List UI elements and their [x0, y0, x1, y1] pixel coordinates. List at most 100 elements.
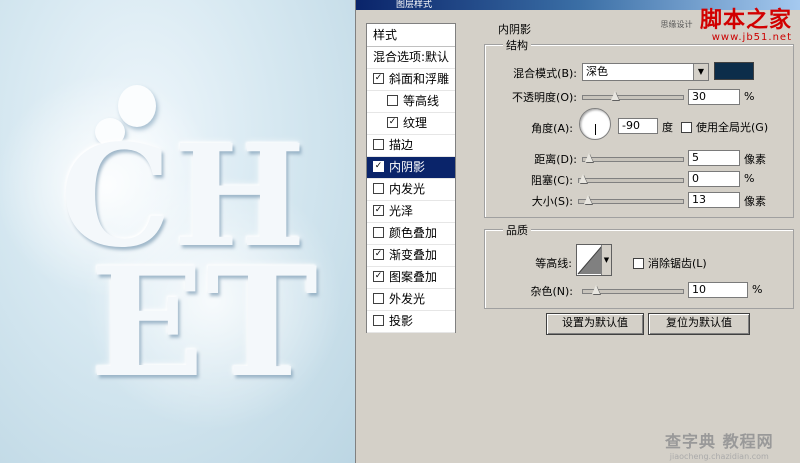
quality-group: 品质 等高线: ▼ 消除锯齿(L) 杂色(N): 10 % — [484, 222, 794, 309]
slider-thumb[interactable] — [611, 91, 619, 101]
style-item-label: 投影 — [389, 314, 414, 328]
style-item-label: 渐变叠加 — [389, 248, 438, 262]
style-item-label: 光泽 — [389, 204, 414, 218]
watermark-url: www.jb51.net — [711, 32, 792, 43]
style-checkbox[interactable]: ✓ — [373, 205, 384, 216]
slider-thumb[interactable] — [579, 174, 587, 184]
global-light-box[interactable] — [681, 121, 692, 133]
style-item[interactable]: 颜色叠加 — [367, 223, 455, 245]
antialias-label: 消除锯齿(L) — [648, 257, 707, 270]
style-checkbox[interactable] — [373, 227, 384, 238]
canvas-preview: CH ET — [0, 0, 355, 463]
make-default-button[interactable]: 设置为默认值 — [546, 313, 644, 335]
style-item[interactable]: 内发光 — [367, 179, 455, 201]
global-light-label: 使用全局光(G) — [696, 121, 769, 134]
style-item-label: 斜面和浮雕 — [389, 72, 450, 86]
style-checkbox[interactable] — [387, 95, 398, 106]
style-item[interactable]: ✓ 内阴影 — [367, 157, 455, 179]
style-item-label: 内发光 — [389, 182, 426, 196]
choke-unit: % — [744, 172, 755, 185]
distance-unit: 像素 — [744, 153, 766, 166]
style-checkbox[interactable] — [373, 183, 384, 194]
reset-default-button[interactable]: 复位为默认值 — [648, 313, 750, 335]
style-item-label: 外发光 — [389, 292, 426, 306]
style-item[interactable]: ✓ 斜面和浮雕 — [367, 69, 455, 91]
contour-curve-icon — [577, 245, 603, 275]
distance-input[interactable]: 5 — [688, 150, 740, 166]
slider-thumb[interactable] — [584, 195, 592, 205]
distance-slider[interactable] — [582, 157, 684, 162]
size-label: 大小(S): — [531, 195, 573, 208]
style-item[interactable]: ✓ 纹理 — [367, 113, 455, 135]
contour-picker[interactable]: ▼ — [576, 244, 612, 276]
choke-input[interactable]: 0 — [688, 171, 740, 187]
angle-dial[interactable] — [579, 108, 611, 140]
slider-thumb[interactable] — [592, 285, 600, 295]
chevron-down-icon[interactable]: ▼ — [601, 245, 611, 275]
layer-style-dialog: 图层样式 样式 混合选项:默认 ✓ 斜面和浮雕 等高线 ✓ 纹理 描边 ✓ 内阴影 内发光 ✓ 光泽… — [355, 0, 800, 463]
angle-dial-needle — [595, 124, 596, 135]
watermark-brand: 脚本之家 — [699, 7, 792, 33]
choke-label: 阻塞(C): — [531, 174, 573, 187]
size-slider[interactable] — [578, 199, 684, 204]
style-checkbox[interactable]: ✓ — [387, 117, 398, 128]
watermark-top: 思缘设计 脚本之家 www.jb51.net — [660, 2, 792, 43]
style-checkbox[interactable] — [373, 315, 384, 326]
style-item[interactable]: ✓ 渐变叠加 — [367, 245, 455, 267]
style-checkbox[interactable]: ✓ — [373, 271, 384, 282]
style-checkbox[interactable] — [373, 293, 384, 304]
blend-mode-select[interactable]: 深色 ▼ — [582, 63, 709, 81]
style-checkbox[interactable]: ✓ — [373, 249, 384, 260]
blend-options-item[interactable]: 混合选项:默认 — [367, 47, 455, 69]
quality-title: 品质 — [503, 222, 531, 238]
antialias-box[interactable] — [633, 257, 644, 269]
style-item-label: 颜色叠加 — [389, 226, 438, 240]
global-light-checkbox[interactable]: 使用全局光(G) — [681, 119, 768, 135]
distance-label: 距离(D): — [534, 153, 577, 166]
noise-unit: % — [752, 283, 763, 296]
watermark-bottom-url: jiaocheng.chazidian.com — [669, 452, 769, 461]
structure-title: 结构 — [503, 37, 531, 53]
watermark-site: 思缘设计 — [660, 20, 693, 29]
blend-mode-label: 混合模式(B): — [513, 67, 577, 80]
style-item-label: 等高线 — [403, 94, 440, 108]
opacity-unit: % — [744, 90, 755, 103]
antialias-checkbox[interactable]: 消除锯齿(L) — [633, 255, 707, 271]
style-item-label: 图案叠加 — [389, 270, 438, 284]
watermark-bottom-text: 查字典 教程网 — [665, 432, 774, 451]
style-item[interactable]: 投影 — [367, 311, 455, 333]
style-item[interactable]: ✓ 图案叠加 — [367, 267, 455, 289]
shadow-color-swatch[interactable] — [714, 62, 754, 80]
opacity-input[interactable]: 30 — [688, 89, 740, 105]
panel-title: 内阴影 — [498, 23, 531, 36]
noise-label: 杂色(N): — [530, 285, 573, 298]
watermark-bottom: 查字典 教程网 jiaocheng.chazidian.com — [665, 428, 774, 461]
chevron-down-icon[interactable]: ▼ — [693, 64, 708, 80]
angle-unit: 度 — [662, 121, 673, 134]
style-item-label: 内阴影 — [389, 160, 426, 174]
noise-input[interactable]: 10 — [688, 282, 748, 298]
contour-label: 等高线: — [535, 257, 572, 270]
size-unit: 像素 — [744, 195, 766, 208]
canvas-text-line2: ET — [90, 235, 320, 411]
choke-slider[interactable] — [578, 178, 684, 183]
noise-slider[interactable] — [582, 289, 684, 294]
style-item[interactable]: 等高线 — [367, 91, 455, 113]
opacity-label: 不透明度(O): — [512, 91, 577, 104]
angle-label: 角度(A): — [531, 122, 573, 135]
style-item[interactable]: ✓ 光泽 — [367, 201, 455, 223]
blend-mode-value: 深色 — [586, 65, 608, 78]
styles-header[interactable]: 样式 — [367, 24, 455, 47]
style-item-label: 描边 — [389, 138, 414, 152]
style-checkbox[interactable]: ✓ — [373, 161, 384, 172]
opacity-slider[interactable] — [582, 95, 684, 100]
style-item-label: 纹理 — [403, 116, 428, 130]
size-input[interactable]: 13 — [688, 192, 740, 208]
style-item[interactable]: 描边 — [367, 135, 455, 157]
style-checkbox[interactable] — [373, 139, 384, 150]
angle-input[interactable]: -90 — [618, 118, 658, 134]
structure-group: 结构 混合模式(B): 深色 ▼ 不透明度(O): 30 % 角度(A): -9… — [484, 37, 794, 218]
style-item[interactable]: 外发光 — [367, 289, 455, 311]
style-checkbox[interactable]: ✓ — [373, 73, 384, 84]
slider-thumb[interactable] — [585, 153, 593, 163]
